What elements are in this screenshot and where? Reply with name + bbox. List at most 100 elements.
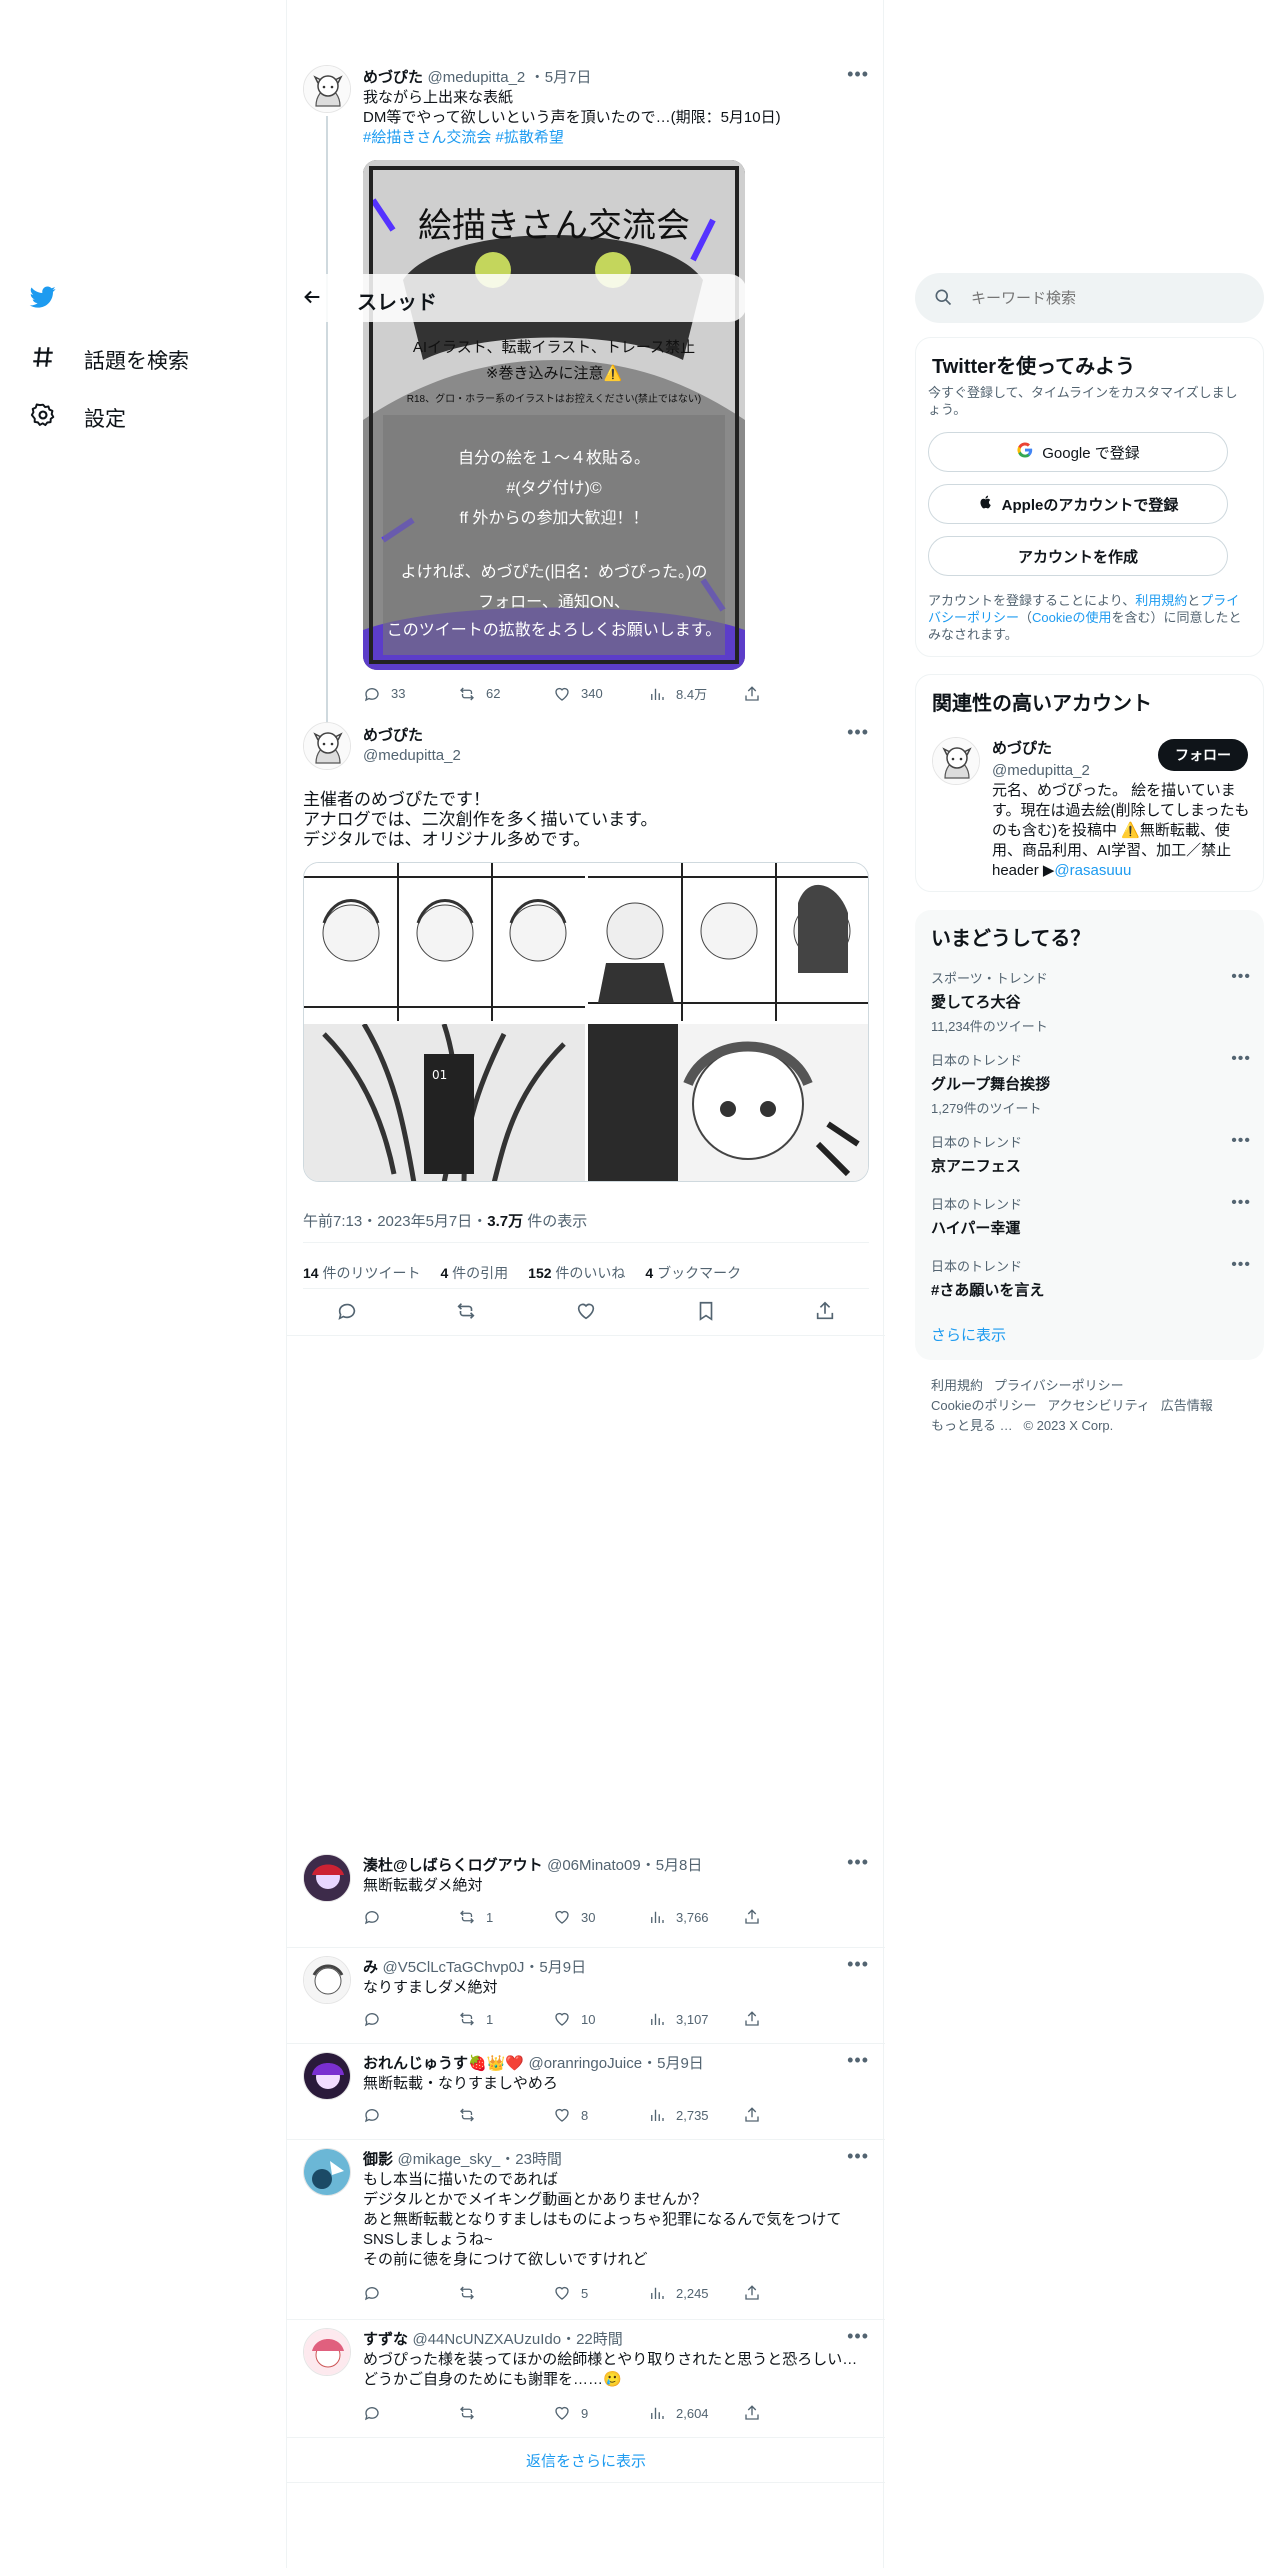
more-icon[interactable]: ••• <box>1231 968 1251 986</box>
author-handle[interactable]: @mikage_sky_ <box>397 2151 500 2168</box>
share-icon[interactable] <box>814 1300 836 1322</box>
retweet-button[interactable] <box>458 2404 553 2422</box>
author-handle[interactable]: @oranringoJuice <box>528 2055 642 2072</box>
reply-button[interactable]: 33 <box>363 685 458 703</box>
footer-cookie[interactable]: Cookieのポリシー <box>931 1398 1036 1413</box>
reply-button[interactable] <box>363 1908 458 1926</box>
retweet-button[interactable] <box>458 2106 553 2124</box>
search-input[interactable] <box>971 285 1241 311</box>
avatar[interactable] <box>303 722 351 770</box>
more-icon[interactable]: ••• <box>847 64 869 85</box>
reply-button[interactable] <box>363 2284 458 2302</box>
like-button[interactable]: 8 <box>553 2106 648 2124</box>
share-button[interactable] <box>743 1908 783 1926</box>
share-button[interactable] <box>743 2284 783 2302</box>
cookie-link[interactable]: Cookieの使用 <box>1032 610 1111 625</box>
more-icon[interactable]: ••• <box>847 2146 869 2167</box>
author-name[interactable]: めづぴた <box>363 724 461 745</box>
more-icon[interactable]: ••• <box>847 2326 869 2347</box>
views-button[interactable]: 8.4万 <box>648 684 743 703</box>
reply-tweet[interactable]: おれんじゅうす🍓👑❤️ @oranringoJuice・5月9日 ••• 無断転… <box>287 2044 885 2140</box>
retweet-button[interactable]: 1 <box>458 2010 553 2028</box>
more-icon[interactable]: ••• <box>1231 1256 1251 1274</box>
avatar[interactable] <box>303 1854 351 1902</box>
like-button[interactable]: 10 <box>553 2010 648 2028</box>
footer-privacy[interactable]: プライバシーポリシー <box>994 1378 1124 1393</box>
nav-explore[interactable]: 話題を検索 <box>30 344 189 376</box>
views-button[interactable]: 3,766 <box>648 1908 743 1926</box>
reply-tweet[interactable]: すずな @44NcUNZXAUzuIdo・22時間 ••• めづぴった様を装って… <box>287 2320 885 2438</box>
heart-icon[interactable] <box>575 1300 597 1322</box>
reply-tweet[interactable]: 湊杜@しばらくログアウト @06Minato09・5月8日 ••• 無断転載ダメ… <box>287 1846 885 1948</box>
parent-tweet[interactable]: めづぴた @medupitta_2 ・5月7日 ••• 我ながら上出来な表紙 D… <box>287 50 885 726</box>
views-button[interactable]: 2,604 <box>648 2404 743 2422</box>
views-button[interactable]: 2,245 <box>648 2284 743 2302</box>
more-icon[interactable]: ••• <box>847 1852 869 1873</box>
stat-bookmarks[interactable]: 4 ブックマーク <box>645 1263 741 1283</box>
bio-link[interactable]: @rasasuuu <box>1054 862 1131 879</box>
trend-item[interactable]: スポーツ・トレンド 愛してろ大谷 11,234件のツイート ••• <box>931 968 1251 1035</box>
retweet-icon[interactable] <box>455 1300 477 1322</box>
like-button[interactable]: 9 <box>553 2404 648 2422</box>
related-name[interactable]: めづぴた <box>992 737 1090 758</box>
image-tile[interactable]: 01 <box>304 1024 585 1181</box>
stat-retweets[interactable]: 14 件のリツイート <box>303 1263 420 1283</box>
tweet-date[interactable]: ・5月7日 <box>530 69 592 86</box>
follow-button[interactable]: フォロー <box>1158 739 1248 771</box>
reply-button[interactable] <box>363 2106 458 2124</box>
image-tile[interactable] <box>588 1024 868 1181</box>
share-button[interactable] <box>743 685 783 703</box>
reply-button[interactable] <box>363 2404 458 2422</box>
tweet-date[interactable]: ・5月8日 <box>641 1857 703 1874</box>
search-box[interactable] <box>915 273 1264 323</box>
twitter-logo-icon[interactable] <box>28 284 60 312</box>
author-name[interactable]: めづぴた <box>363 69 423 86</box>
terms-link[interactable]: 利用規約 <box>1135 593 1187 608</box>
back-arrow-icon[interactable] <box>301 286 323 313</box>
footer-ads[interactable]: 広告情報 <box>1161 1398 1213 1413</box>
trend-item[interactable]: 日本のトレンド ハイパー幸運 ••• <box>931 1194 1251 1238</box>
reply-tweet[interactable]: み @V5ClLcTaGChvp0J・5月9日 ••• なりすましダメ絶対 1 … <box>287 1948 885 2044</box>
trend-item[interactable]: 日本のトレンド #さあ願いを言え ••• <box>931 1256 1251 1300</box>
share-button[interactable] <box>743 2010 783 2028</box>
trend-item[interactable]: 日本のトレンド 京アニフェス ••• <box>931 1132 1251 1176</box>
retweet-button[interactable]: 62 <box>458 685 553 703</box>
footer-terms[interactable]: 利用規約 <box>931 1378 983 1393</box>
tweet-date[interactable]: ・5月9日 <box>524 1959 586 1976</box>
avatar[interactable] <box>303 2052 351 2100</box>
show-more-replies[interactable]: 返信をさらに表示 <box>287 2450 885 2471</box>
trend-item[interactable]: 日本のトレンド グループ舞台挨拶 1,279件のツイート ••• <box>931 1050 1251 1117</box>
reply-icon[interactable] <box>336 1300 358 1322</box>
author-handle[interactable]: @06Minato09 <box>547 1857 641 1874</box>
author-name[interactable]: 湊杜@しばらくログアウト <box>363 1857 543 1874</box>
more-icon[interactable]: ••• <box>847 2050 869 2071</box>
related-handle[interactable]: @medupitta_2 <box>992 762 1090 779</box>
footer-more[interactable]: もっと見る … <box>931 1418 1013 1433</box>
views-button[interactable]: 2,735 <box>648 2106 743 2124</box>
apple-signup-button[interactable]: Appleのアカウントで登録 <box>928 484 1228 524</box>
poster-image[interactable]: 絵描きさん交流会 AIイラスト、転載イラスト、トレース禁止 ※巻き込みに注意⚠️… <box>363 160 745 670</box>
tweet-date[interactable]: ・5月9日 <box>642 2055 704 2072</box>
share-button[interactable] <box>743 2404 783 2422</box>
retweet-button[interactable]: 1 <box>458 1908 553 1926</box>
stat-quotes[interactable]: 4 件の引用 <box>440 1263 508 1283</box>
like-button[interactable]: 5 <box>553 2284 648 2302</box>
avatar[interactable] <box>303 2148 351 2196</box>
views-button[interactable]: 3,107 <box>648 2010 743 2028</box>
more-icon[interactable]: ••• <box>1231 1194 1251 1212</box>
author-handle[interactable]: @44NcUNZXAUzuIdo <box>412 2331 561 2348</box>
google-signup-button[interactable]: Google で登録 <box>928 432 1228 472</box>
reply-button[interactable] <box>363 2010 458 2028</box>
create-account-button[interactable]: アカウントを作成 <box>928 536 1228 576</box>
author-handle[interactable]: @medupitta_2 <box>363 747 461 764</box>
author-name[interactable]: すずな <box>363 2331 408 2348</box>
nav-settings[interactable]: 設定 <box>30 402 126 434</box>
avatar[interactable] <box>303 1956 351 2004</box>
trends-show-more[interactable]: さらに表示 <box>931 1324 1006 1345</box>
image-tile[interactable] <box>588 863 868 1021</box>
author-name[interactable]: み <box>363 1959 378 1976</box>
tweet-timestamp[interactable]: 午前7:13・2023年5月7日・ <box>303 1213 487 1230</box>
retweet-button[interactable] <box>458 2284 553 2302</box>
like-button[interactable]: 340 <box>553 685 648 703</box>
stat-likes[interactable]: 152 件のいいね <box>528 1263 625 1283</box>
